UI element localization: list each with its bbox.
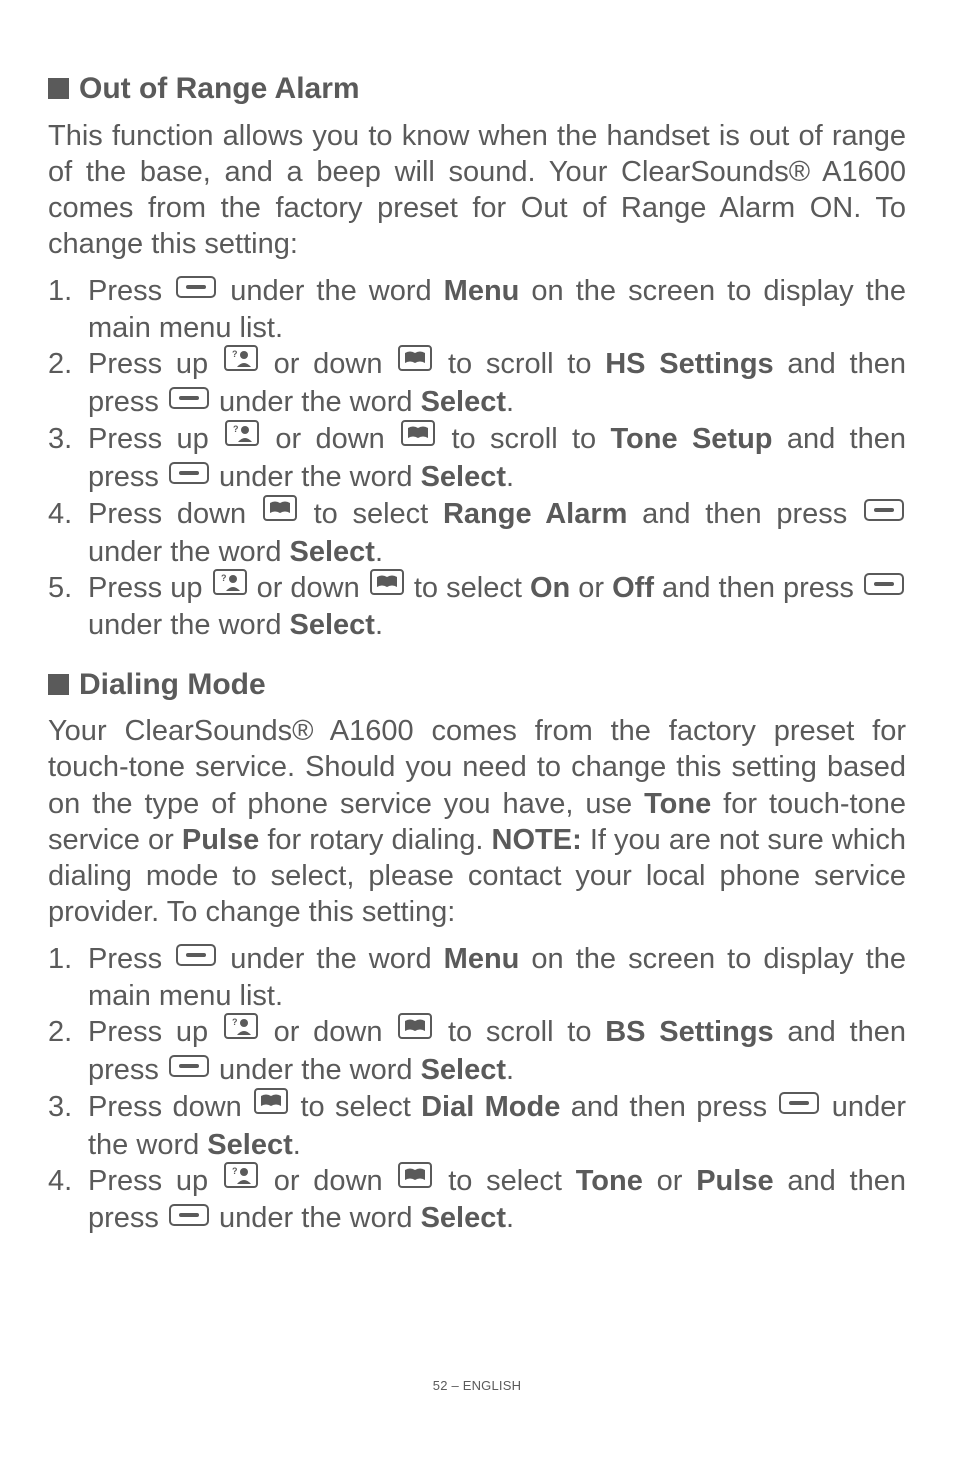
step-body: Press under the word Menu on the screen …: [88, 273, 906, 347]
step-item: 3.Press down to select Dial Mode and the…: [48, 1089, 906, 1163]
svg-text:?: ?: [232, 349, 238, 359]
svg-text:?: ?: [232, 1017, 238, 1027]
section-heading-out-of-range: Out of Range Alarm: [48, 70, 906, 108]
down-book-icon: [263, 494, 297, 530]
bullet-square-icon: [48, 674, 69, 695]
softkey-icon: [169, 457, 209, 493]
step-number: 2.: [48, 346, 88, 421]
softkey-icon: [176, 271, 216, 307]
step-number: 1.: [48, 941, 88, 1015]
section-heading-dialing-mode: Dialing Mode: [48, 666, 906, 704]
step-body: Press down to select Dial Mode and then …: [88, 1089, 906, 1163]
step-body: Press up ? or down to select On or Off a…: [88, 570, 906, 644]
step-item: 3.Press up ? or down to scroll to Tone S…: [48, 421, 906, 496]
step-number: 4.: [48, 1163, 88, 1238]
section2-intro: Your ClearSounds® A1600 comes from the f…: [48, 713, 906, 931]
down-book-icon: [370, 568, 404, 604]
step-item: 2.Press up ? or down to scroll to BS Set…: [48, 1014, 906, 1089]
up-person-icon: ?: [224, 1012, 258, 1048]
softkey-icon: [864, 494, 904, 530]
down-book-icon: [398, 1012, 432, 1048]
section2-steps: 1.Press under the word Menu on the scree…: [48, 941, 906, 1238]
step-number: 4.: [48, 496, 88, 570]
down-book-icon: [401, 419, 435, 455]
softkey-icon: [169, 382, 209, 418]
step-number: 5.: [48, 570, 88, 644]
svg-text:?: ?: [221, 573, 227, 583]
up-person-icon: ?: [225, 419, 259, 455]
step-item: 4.Press down to select Range Alarm and t…: [48, 496, 906, 570]
down-book-icon: [254, 1087, 288, 1123]
section1-steps: 1.Press under the word Menu on the scree…: [48, 273, 906, 644]
step-item: 2.Press up ? or down to scroll to HS Set…: [48, 346, 906, 421]
up-person-icon: ?: [224, 1161, 258, 1197]
section1-intro: This function allows you to know when th…: [48, 118, 906, 263]
section-title: Dialing Mode: [79, 666, 266, 704]
step-body: Press up ? or down to select Tone or Pul…: [88, 1163, 906, 1238]
step-body: Press under the word Menu on the screen …: [88, 941, 906, 1015]
svg-text:?: ?: [233, 424, 239, 434]
page-footer: 52 – ENGLISH: [48, 1378, 906, 1394]
softkey-icon: [169, 1050, 209, 1086]
step-item: 4.Press up ? or down to select Tone or P…: [48, 1163, 906, 1238]
step-number: 1.: [48, 273, 88, 347]
section-title: Out of Range Alarm: [79, 70, 360, 108]
step-body: Press up ? or down to scroll to Tone Set…: [88, 421, 906, 496]
step-body: Press down to select Range Alarm and the…: [88, 496, 906, 570]
down-book-icon: [398, 1161, 432, 1197]
softkey-icon: [864, 568, 904, 604]
step-item: 1.Press under the word Menu on the scree…: [48, 273, 906, 347]
step-body: Press up ? or down to scroll to HS Setti…: [88, 346, 906, 421]
step-body: Press up ? or down to scroll to BS Setti…: [88, 1014, 906, 1089]
step-number: 2.: [48, 1014, 88, 1089]
up-person-icon: ?: [213, 568, 247, 604]
bullet-square-icon: [48, 78, 69, 99]
step-item: 5.Press up ? or down to select On or Off…: [48, 570, 906, 644]
softkey-icon: [169, 1199, 209, 1235]
step-item: 1.Press under the word Menu on the scree…: [48, 941, 906, 1015]
down-book-icon: [398, 344, 432, 380]
softkey-icon: [779, 1087, 819, 1123]
step-number: 3.: [48, 1089, 88, 1163]
up-person-icon: ?: [224, 344, 258, 380]
step-number: 3.: [48, 421, 88, 496]
svg-text:?: ?: [232, 1166, 238, 1176]
softkey-icon: [176, 939, 216, 975]
